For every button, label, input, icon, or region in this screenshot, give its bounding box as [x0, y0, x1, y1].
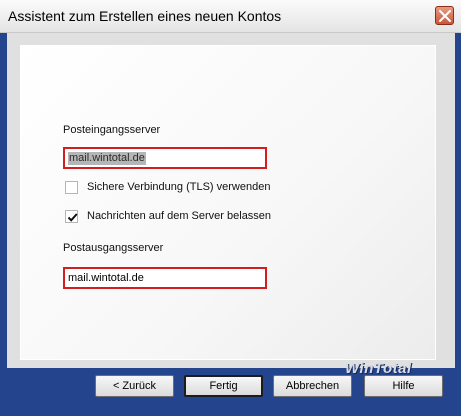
close-button[interactable]: [435, 6, 454, 25]
outgoing-server-field[interactable]: mail.wintotal.de: [63, 267, 267, 289]
tls-checkbox[interactable]: [65, 181, 78, 194]
keep-messages-checkbox[interactable]: [65, 210, 78, 223]
checkmark-icon: [67, 213, 78, 222]
form-panel: [20, 45, 436, 360]
outgoing-server-label: Postausgangsserver: [63, 242, 164, 254]
incoming-server-label: Posteingangsserver: [63, 124, 161, 136]
wizard-window: Assistent zum Erstellen eines neuen Kont…: [0, 0, 461, 416]
cancel-button[interactable]: Abbrechen: [273, 375, 352, 397]
finish-button[interactable]: Fertig: [184, 375, 263, 397]
tls-checkbox-label[interactable]: Sichere Verbindung (TLS) verwenden: [87, 181, 270, 193]
keep-messages-label[interactable]: Nachrichten auf dem Server belassen: [87, 210, 271, 222]
incoming-server-field[interactable]: mail.wintotal.de: [63, 147, 267, 169]
outgoing-server-value: mail.wintotal.de: [68, 272, 144, 284]
close-icon: [439, 10, 451, 22]
title-bar[interactable]: Assistent zum Erstellen eines neuen Kont…: [0, 0, 461, 33]
help-button[interactable]: Hilfe: [364, 375, 443, 397]
window-title: Assistent zum Erstellen eines neuen Kont…: [8, 8, 282, 24]
back-button[interactable]: < Zurück: [95, 375, 174, 397]
incoming-server-value: mail.wintotal.de: [68, 152, 146, 165]
content-frame: [7, 33, 455, 368]
